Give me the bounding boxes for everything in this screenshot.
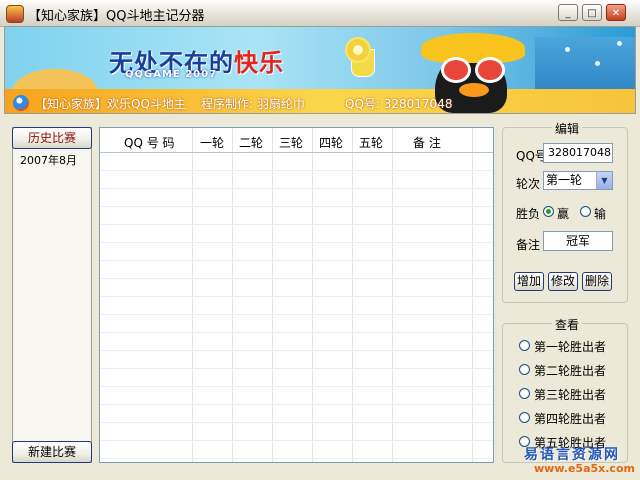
modify-button[interactable]: 修改 <box>548 272 578 291</box>
grid-row-line <box>100 224 493 225</box>
column-header-note[interactable]: 备 注 <box>413 134 441 151</box>
grid-row-line <box>100 242 493 243</box>
watermark-cn-text: 易语言资源网 <box>524 447 620 463</box>
watermark-url-text: www.e5a5x.com <box>534 462 635 475</box>
history-match-button[interactable]: 历史比赛 <box>12 127 92 149</box>
grid-row-line <box>100 260 493 261</box>
view-round3-radio[interactable] <box>519 388 530 399</box>
grid-row-line <box>100 188 493 189</box>
view-round2-label[interactable]: 第二轮胜出者 <box>534 362 606 379</box>
edit-group-title: 编辑 <box>552 120 583 137</box>
view-round4-radio[interactable] <box>519 412 530 423</box>
new-match-button[interactable]: 新建比赛 <box>12 441 92 463</box>
lemon-icon <box>345 37 371 63</box>
grid-row-line <box>100 206 493 207</box>
grid-row-line <box>100 314 493 315</box>
grid-header: QQ 号 码 一轮 二轮 三轮 四轮 五轮 备 注 <box>100 128 493 153</box>
view-round4-label[interactable]: 第四轮胜出者 <box>534 410 606 427</box>
grid-row-line <box>100 404 493 405</box>
maximize-button[interactable]: □ <box>582 4 602 21</box>
lose-radio-label[interactable]: 输 <box>594 205 606 222</box>
title-bar[interactable]: 【知心家族】QQ斗地主记分器 _ □ ✕ <box>0 0 640 27</box>
qq-input[interactable]: 328017048 <box>543 143 613 163</box>
minimize-button[interactable]: _ <box>558 4 578 21</box>
view-round1-radio[interactable] <box>519 340 530 351</box>
add-button[interactable]: 增加 <box>514 272 544 291</box>
chevron-down-icon[interactable]: ▼ <box>596 172 612 189</box>
family-text: 【知心家族】欢乐QQ斗地主 <box>35 97 186 111</box>
note-label: 备注 <box>516 238 541 252</box>
column-header-qq[interactable]: QQ 号 码 <box>124 134 175 151</box>
column-header-round2[interactable]: 二轮 <box>239 134 263 151</box>
grid-row-line <box>100 458 493 459</box>
round-label: 轮次 <box>516 177 541 191</box>
close-button[interactable]: ✕ <box>606 4 626 21</box>
view-round2-radio[interactable] <box>519 364 530 375</box>
sparkle-icon <box>565 47 570 52</box>
grid-row-line <box>100 332 493 333</box>
banner-sky-decoration <box>535 37 635 97</box>
banner: 无处不在的快乐 QQGAME 2007 【知心家族】欢乐QQ斗地主 程序制作: … <box>4 26 636 114</box>
history-list[interactable] <box>12 127 92 463</box>
grid-row-line <box>100 368 493 369</box>
view-round3-label[interactable]: 第三轮胜出者 <box>534 386 606 403</box>
column-header-round3[interactable]: 三轮 <box>279 134 303 151</box>
goggle-left-icon <box>441 57 471 83</box>
view-group-title: 查看 <box>552 316 583 333</box>
grid-row-line <box>100 350 493 351</box>
grid-row-line <box>100 440 493 441</box>
banner-info-line: 【知心家族】欢乐QQ斗地主 程序制作: 羽扇纶巾 QQ号: 328017048 <box>5 95 635 113</box>
sparkle-icon <box>617 41 622 46</box>
author-text: 程序制作: 羽扇纶巾 <box>201 97 305 111</box>
site-watermark: 易语言资源网 www.e5a5x.com <box>520 446 640 480</box>
win-radio-label[interactable]: 赢 <box>557 205 569 222</box>
round-select[interactable]: 第一轮 ▼ <box>543 171 613 190</box>
view-round1-label[interactable]: 第一轮胜出者 <box>534 338 606 355</box>
result-label: 胜负 <box>516 207 541 221</box>
grid-row-line <box>100 170 493 171</box>
grid-row-line <box>100 296 493 297</box>
app-icon <box>6 5 24 23</box>
delete-button[interactable]: 删除 <box>582 272 612 291</box>
column-header-round5[interactable]: 五轮 <box>359 134 383 151</box>
history-item[interactable]: 2007年8月 <box>20 152 77 168</box>
slogan-part2: 快乐 <box>234 49 284 77</box>
column-header-round4[interactable]: 四轮 <box>319 134 343 151</box>
note-input[interactable]: 冠军 <box>543 231 613 251</box>
grid-row-line <box>100 278 493 279</box>
qq-text: QQ号: 328017048 <box>345 97 453 111</box>
column-header-round1[interactable]: 一轮 <box>200 134 224 151</box>
score-grid[interactable]: QQ 号 码 一轮 二轮 三轮 四轮 五轮 备 注 <box>99 127 494 463</box>
drink-icon <box>345 37 379 77</box>
banner-subslogan: QQGAME 2007 <box>125 69 218 80</box>
goggle-right-icon <box>475 57 505 83</box>
lose-radio[interactable] <box>580 206 591 217</box>
grid-row-line <box>100 422 493 423</box>
window-title: 【知心家族】QQ斗地主记分器 <box>28 9 205 24</box>
sparkle-icon <box>595 61 600 66</box>
penguin-hat <box>421 33 525 63</box>
win-radio[interactable] <box>543 206 554 217</box>
grid-row-line <box>100 386 493 387</box>
round-select-value: 第一轮 <box>546 173 583 187</box>
